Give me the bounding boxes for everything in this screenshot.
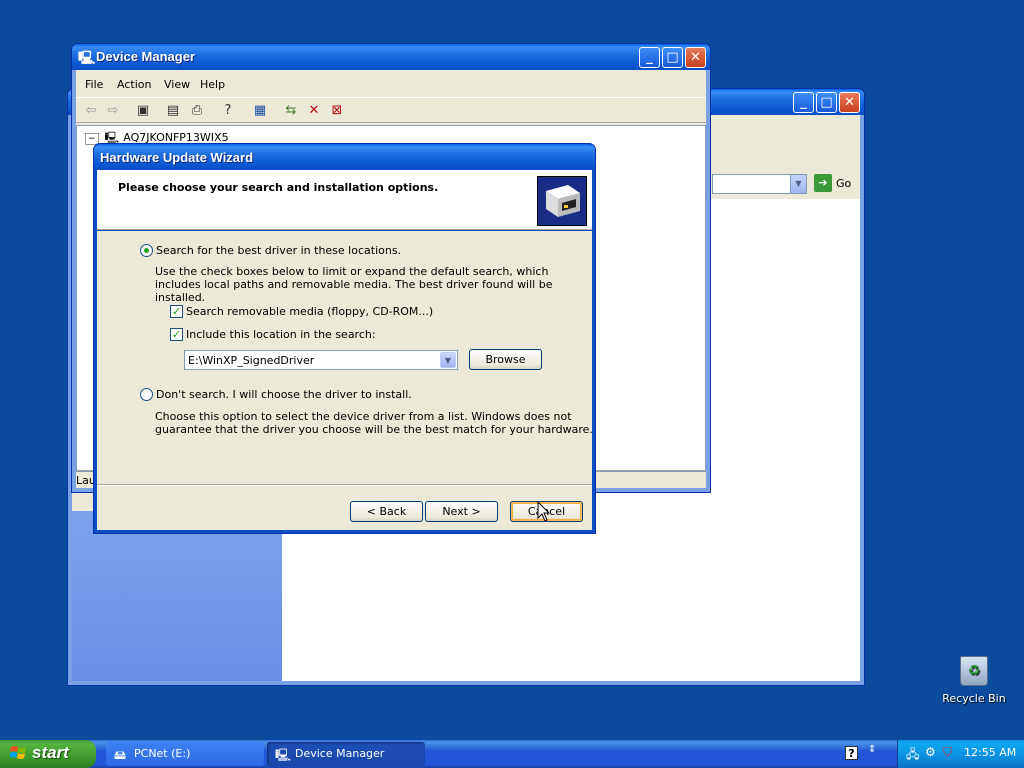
update-driver-icon[interactable]: ⇆ bbox=[282, 102, 300, 120]
menu-bar: File Action View Help bbox=[76, 74, 706, 96]
window-title: Device Manager bbox=[96, 49, 195, 64]
uninstall-device-icon[interactable]: ⊠ bbox=[328, 102, 346, 120]
location-combobox[interactable]: E:\WinXP_SignedDriver ▼ bbox=[184, 350, 458, 370]
search-best-driver-label[interactable]: Search for the best driver in these loca… bbox=[156, 244, 401, 257]
desktop: _ □ ✕ ▼ ➔ Go 🖳 Device Manager _ □ ✕ File… bbox=[0, 0, 1024, 740]
security-alert-icon[interactable]: ⛉ bbox=[943, 745, 952, 760]
hardware-icon bbox=[537, 176, 587, 226]
hardware-update-wizard: Hardware Update Wizard Please choose you… bbox=[93, 143, 596, 534]
drive-icon: 🖴 bbox=[114, 748, 127, 762]
disable-device-icon[interactable]: ✕ bbox=[305, 102, 323, 120]
close-button[interactable]: ✕ bbox=[685, 47, 706, 68]
network-icon[interactable]: 🖧 bbox=[906, 745, 919, 766]
wizard-content: Search for the best driver in these loca… bbox=[97, 231, 593, 530]
address-input[interactable]: ▼ bbox=[712, 174, 807, 194]
task-label: PCNet (E:) bbox=[134, 747, 191, 760]
option2-description: Choose this option to select the device … bbox=[155, 410, 593, 436]
include-location-checkbox[interactable]: ✓ bbox=[170, 328, 183, 341]
wizard-titlebar[interactable]: Hardware Update Wizard bbox=[94, 144, 595, 170]
include-location-label[interactable]: Include this location in the search: bbox=[186, 328, 376, 341]
show-hide-tree-icon[interactable]: ▣ bbox=[134, 102, 152, 120]
start-button[interactable]: start bbox=[0, 740, 96, 768]
minimize-button[interactable]: _ bbox=[639, 47, 660, 68]
menu-file[interactable]: File bbox=[85, 78, 103, 91]
maximize-button[interactable]: □ bbox=[816, 92, 837, 113]
device-manager-titlebar[interactable]: 🖳 Device Manager _ □ ✕ bbox=[72, 44, 710, 70]
browse-button[interactable]: Browse bbox=[469, 349, 542, 370]
chevron-down-icon[interactable]: ▼ bbox=[440, 352, 456, 368]
go-arrow-icon: ➔ bbox=[814, 174, 832, 192]
dont-search-label[interactable]: Don't search. I will choose the driver t… bbox=[156, 388, 412, 401]
wizard-header: Please choose your search and installati… bbox=[97, 170, 592, 230]
properties-icon[interactable]: ▤ bbox=[164, 102, 182, 120]
taskbar-button-pcnet[interactable]: 🖴 PCNet (E:) bbox=[106, 742, 264, 766]
recycle-bin-icon: ♻ bbox=[960, 656, 988, 686]
separator bbox=[97, 484, 592, 486]
chevron-down-icon[interactable]: ▼ bbox=[790, 175, 806, 193]
search-removable-media-label[interactable]: Search removable media (floppy, CD-ROM..… bbox=[186, 305, 433, 318]
taskbar: start 🖴 PCNet (E:) 🖳 Device Manager ? ⇕ … bbox=[0, 740, 1024, 768]
device-manager-icon: 🖳 bbox=[275, 748, 292, 762]
help-icon[interactable]: ? bbox=[219, 102, 237, 120]
task-label: Device Manager bbox=[295, 747, 385, 760]
tray-expand-icon[interactable]: ⇕ bbox=[868, 744, 876, 755]
toolbar: ⇦ ⇨ ▣ ▤ ⎙ ? ▦ ⇆ ✕ ⊠ bbox=[76, 97, 706, 123]
dont-search-radio[interactable] bbox=[140, 388, 153, 401]
location-value: E:\WinXP_SignedDriver bbox=[188, 354, 315, 367]
wizard-title: Hardware Update Wizard bbox=[100, 150, 254, 165]
minimize-button[interactable]: _ bbox=[793, 92, 814, 113]
recycle-bin[interactable]: ♻ Recycle Bin bbox=[942, 656, 1006, 705]
search-removable-media-checkbox[interactable]: ✓ bbox=[170, 305, 183, 318]
safely-remove-hardware-icon[interactable]: ⚙ bbox=[925, 745, 936, 759]
menu-view[interactable]: View bbox=[164, 78, 190, 91]
recycle-bin-label: Recycle Bin bbox=[942, 692, 1006, 705]
go-button[interactable]: ➔ Go bbox=[814, 174, 874, 194]
scan-hardware-icon[interactable]: ▦ bbox=[251, 102, 269, 120]
wizard-heading: Please choose your search and installati… bbox=[118, 181, 439, 194]
language-help-icon[interactable]: ? bbox=[845, 746, 858, 760]
maximize-button[interactable]: □ bbox=[662, 47, 683, 68]
system-tray: 🖧 ⚙ ⛉ 12:55 AM bbox=[897, 740, 1024, 768]
windows-flag-icon bbox=[9, 745, 28, 765]
device-manager-icon: 🖳 bbox=[78, 51, 96, 66]
search-best-driver-radio[interactable] bbox=[140, 244, 153, 257]
print-icon[interactable]: ⎙ bbox=[188, 102, 206, 120]
start-label: start bbox=[32, 743, 69, 762]
explorer-toolbar bbox=[712, 143, 860, 188]
option1-description: Use the check boxes below to limit or ex… bbox=[155, 265, 553, 304]
forward-icon[interactable]: ⇨ bbox=[104, 102, 122, 120]
back-icon[interactable]: ⇦ bbox=[82, 102, 100, 120]
clock: 12:55 AM bbox=[964, 746, 1017, 759]
go-label: Go bbox=[836, 176, 852, 190]
menu-action[interactable]: Action bbox=[117, 78, 151, 91]
back-button[interactable]: < Back bbox=[350, 501, 423, 522]
taskbar-button-device-manager[interactable]: 🖳 Device Manager bbox=[267, 742, 425, 766]
next-button[interactable]: Next > bbox=[425, 501, 498, 522]
explorer-task-pane bbox=[72, 511, 282, 681]
address-bar: ▼ ➔ Go bbox=[712, 169, 860, 199]
close-button[interactable]: ✕ bbox=[839, 92, 860, 113]
menu-help[interactable]: Help bbox=[200, 78, 225, 91]
